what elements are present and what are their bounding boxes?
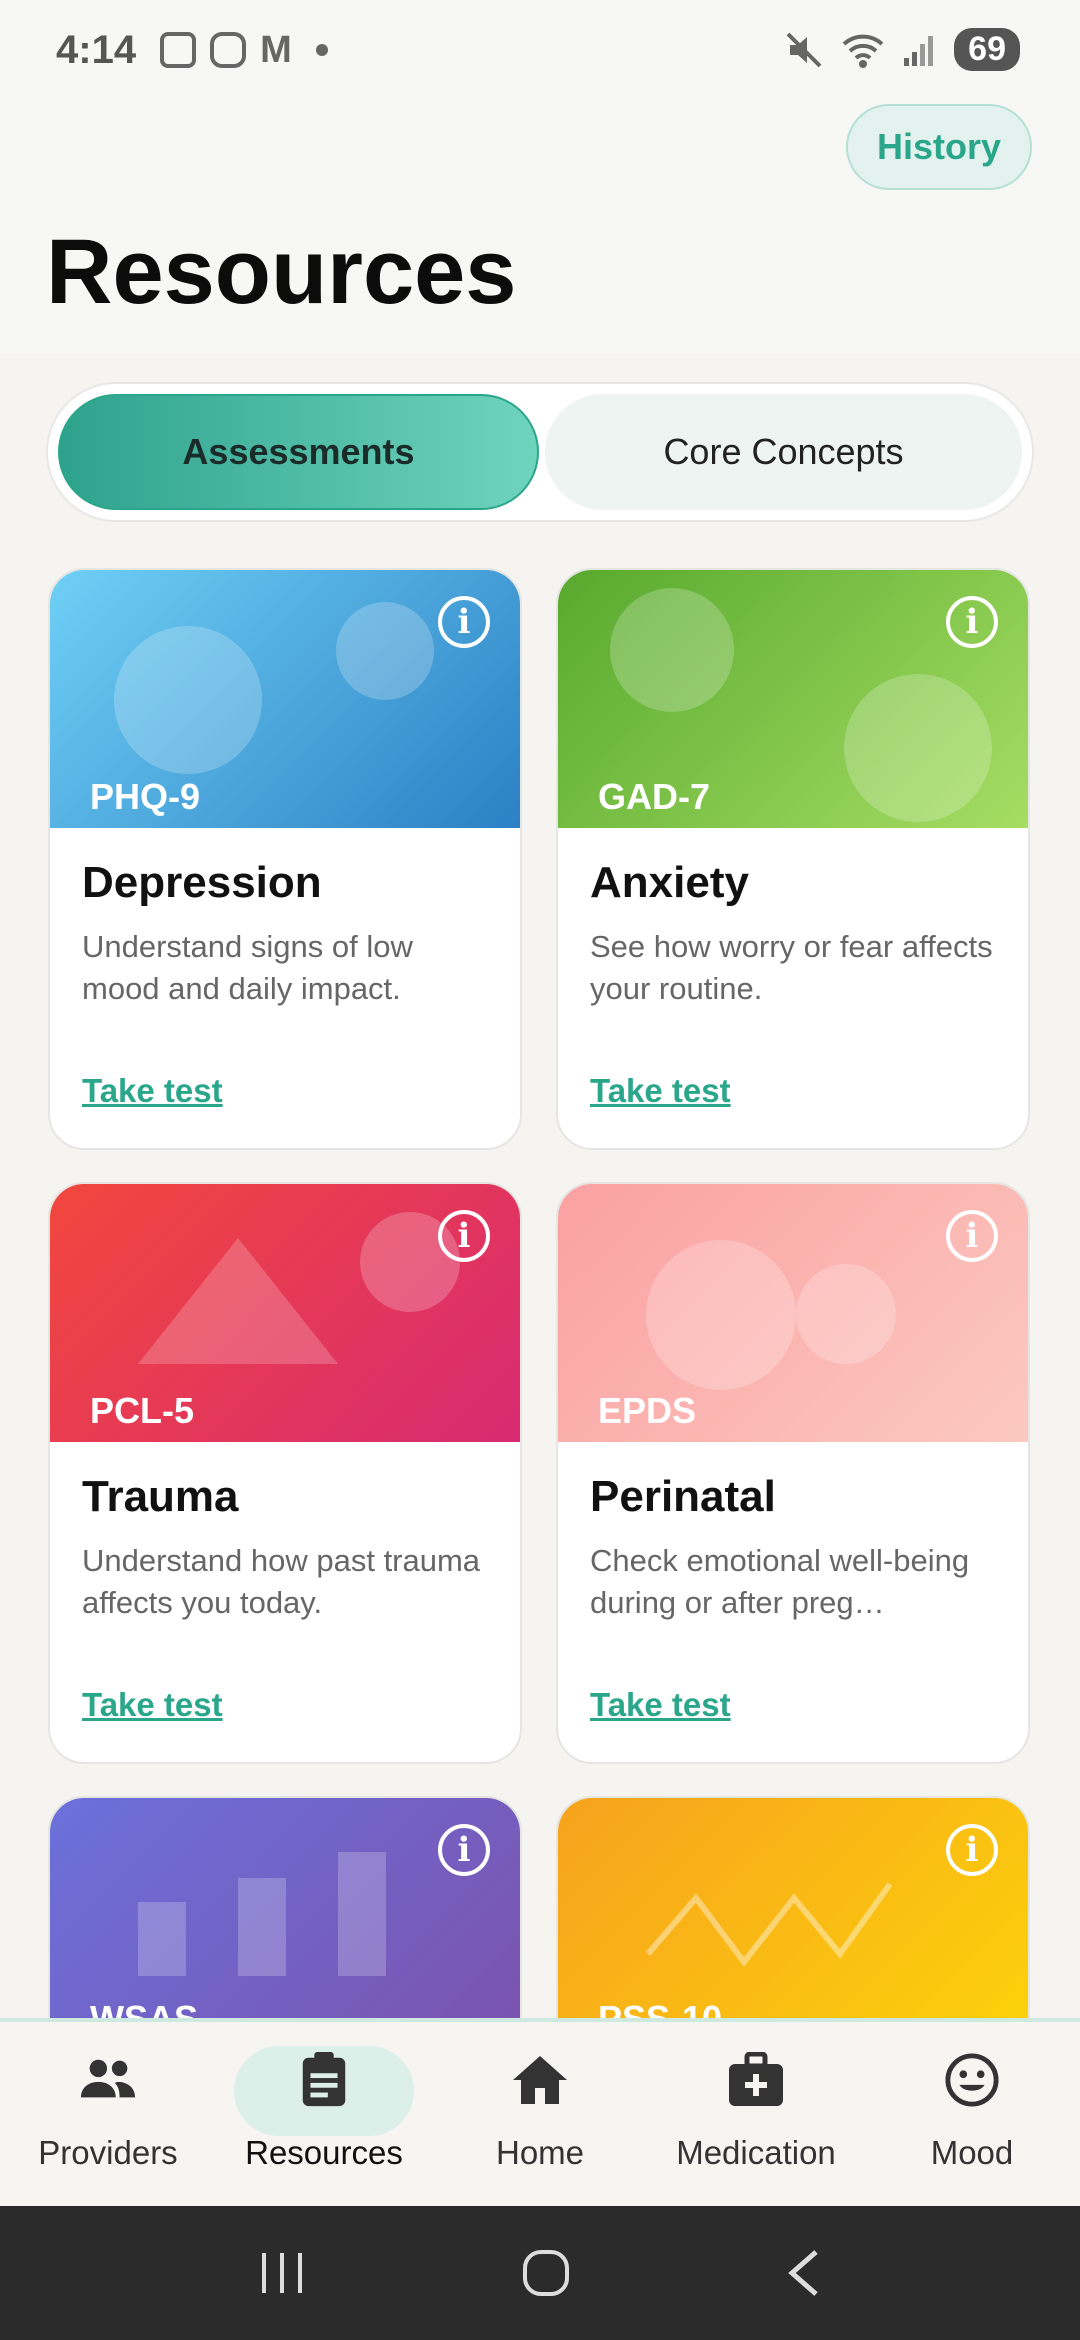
decor-circle (646, 1240, 796, 1390)
take-test-link[interactable]: Take test (590, 1686, 731, 1724)
assessment-card-wsas[interactable]: i WSAS (48, 1796, 522, 2018)
info-icon[interactable]: i (946, 596, 998, 648)
recents-button[interactable] (258, 2251, 306, 2295)
nav-home[interactable]: Home (432, 2022, 648, 2206)
card-banner: i PHQ-9 (50, 570, 520, 828)
home-icon (513, 2056, 567, 2104)
card-banner: i GAD-7 (558, 570, 1028, 828)
tab-core-concepts[interactable]: Core Concepts (545, 394, 1022, 510)
back-button[interactable] (786, 2248, 822, 2298)
page-title: Resources (46, 221, 517, 323)
decor-circle (844, 674, 992, 822)
card-title: Trauma (82, 1472, 239, 1521)
more-notifications-dot (315, 44, 328, 56)
home-button[interactable] (521, 2248, 571, 2298)
decor-bar (138, 1902, 186, 1976)
smiley-icon (945, 2053, 999, 2107)
assessment-card-trauma[interactable]: i PCL-5 Trauma Understand how past traum… (48, 1182, 522, 1764)
status-time: 4:14 (56, 27, 137, 72)
mute-icon (786, 32, 822, 67)
decor-circle (336, 602, 434, 700)
notification-icons: M (160, 29, 328, 72)
decor-bar (238, 1878, 286, 1976)
wifi-icon (842, 34, 884, 68)
status-bar: 4:14 M 69 (0, 0, 1080, 100)
assessment-card-perinatal[interactable]: i EPDS Perinatal Check emotional well-be… (556, 1182, 1030, 1764)
card-banner: i WSAS (50, 1798, 520, 2018)
battery-level: 69 (954, 28, 1020, 71)
gmail-icon: M (260, 28, 292, 71)
segmented-control: Assessments Core Concepts (46, 382, 1034, 522)
decor-circle (796, 1264, 896, 1364)
info-icon[interactable]: i (438, 1210, 490, 1262)
card-description: Understand how past trauma affects you t… (82, 1543, 481, 1620)
card-description: Understand signs of low mood and daily i… (82, 929, 413, 1006)
assessment-code: PSS-10 (598, 1998, 722, 2018)
card-title: Depression (82, 858, 322, 907)
clipboard-icon (302, 2052, 346, 2107)
assessment-cards-grid: i PHQ-9 Depression Understand signs of l… (48, 568, 1034, 2018)
nav-label: Providers (38, 2134, 178, 2171)
nav-label: Medication (676, 2134, 836, 2171)
assessment-card-depression[interactable]: i PHQ-9 Depression Understand signs of l… (48, 568, 522, 1150)
nav-providers[interactable]: Providers (0, 2022, 216, 2206)
nav-label: Mood (930, 2134, 1014, 2171)
decor-circle (114, 626, 262, 774)
decor-bar (338, 1852, 386, 1976)
nav-medication[interactable]: Medication (648, 2022, 864, 2206)
take-test-link[interactable]: Take test (82, 1686, 223, 1724)
card-title: Anxiety (590, 858, 749, 907)
nav-label: Resources (245, 2134, 403, 2171)
page-header: History Resources (0, 100, 1080, 354)
card-description: Check emotional well-being during or aft… (590, 1543, 970, 1620)
info-icon[interactable]: i (946, 1824, 998, 1876)
card-banner: i PSS-10 (558, 1798, 1028, 2018)
assessment-code: PCL-5 (90, 1390, 195, 1431)
decor-triangle (138, 1238, 338, 1364)
nav-mood[interactable]: Mood (864, 2022, 1080, 2206)
assessment-code: GAD-7 (598, 776, 711, 817)
nav-resources[interactable]: Resources (216, 2022, 432, 2206)
history-button[interactable]: History (846, 104, 1032, 190)
take-test-link[interactable]: Take test (82, 1072, 223, 1110)
assessment-code: EPDS (598, 1390, 697, 1431)
assessment-card-pss10[interactable]: i PSS-10 (556, 1796, 1030, 2018)
card-banner: i EPDS (558, 1184, 1028, 1442)
take-test-link[interactable]: Take test (590, 1072, 731, 1110)
system-navigation-bar (0, 2206, 1080, 2340)
decor-zigzag (645, 1882, 893, 1967)
card-title: Perinatal (590, 1472, 776, 1521)
medkit-icon (729, 2052, 783, 2106)
signal-icon (904, 35, 934, 66)
card-description: See how worry or fear affects your routi… (590, 929, 993, 1006)
bottom-navigation: Providers Resources Home Medication Mood (0, 2018, 1080, 2206)
nav-label: Home (495, 2134, 585, 2171)
system-status-icons: 69 (784, 28, 1020, 71)
screenshot-icon (160, 32, 197, 68)
assessment-code: WSAS (90, 1998, 198, 2018)
instagram-icon (210, 32, 247, 68)
info-icon[interactable]: i (438, 1824, 490, 1876)
tab-assessments[interactable]: Assessments (58, 394, 539, 510)
assessment-code: PHQ-9 (90, 776, 201, 817)
assessment-card-anxiety[interactable]: i GAD-7 Anxiety See how worry or fear af… (556, 568, 1030, 1150)
decor-circle (610, 588, 734, 712)
info-icon[interactable]: i (946, 1210, 998, 1262)
info-icon[interactable]: i (438, 596, 490, 648)
card-banner: i PCL-5 (50, 1184, 520, 1442)
people-icon (80, 2059, 136, 2098)
